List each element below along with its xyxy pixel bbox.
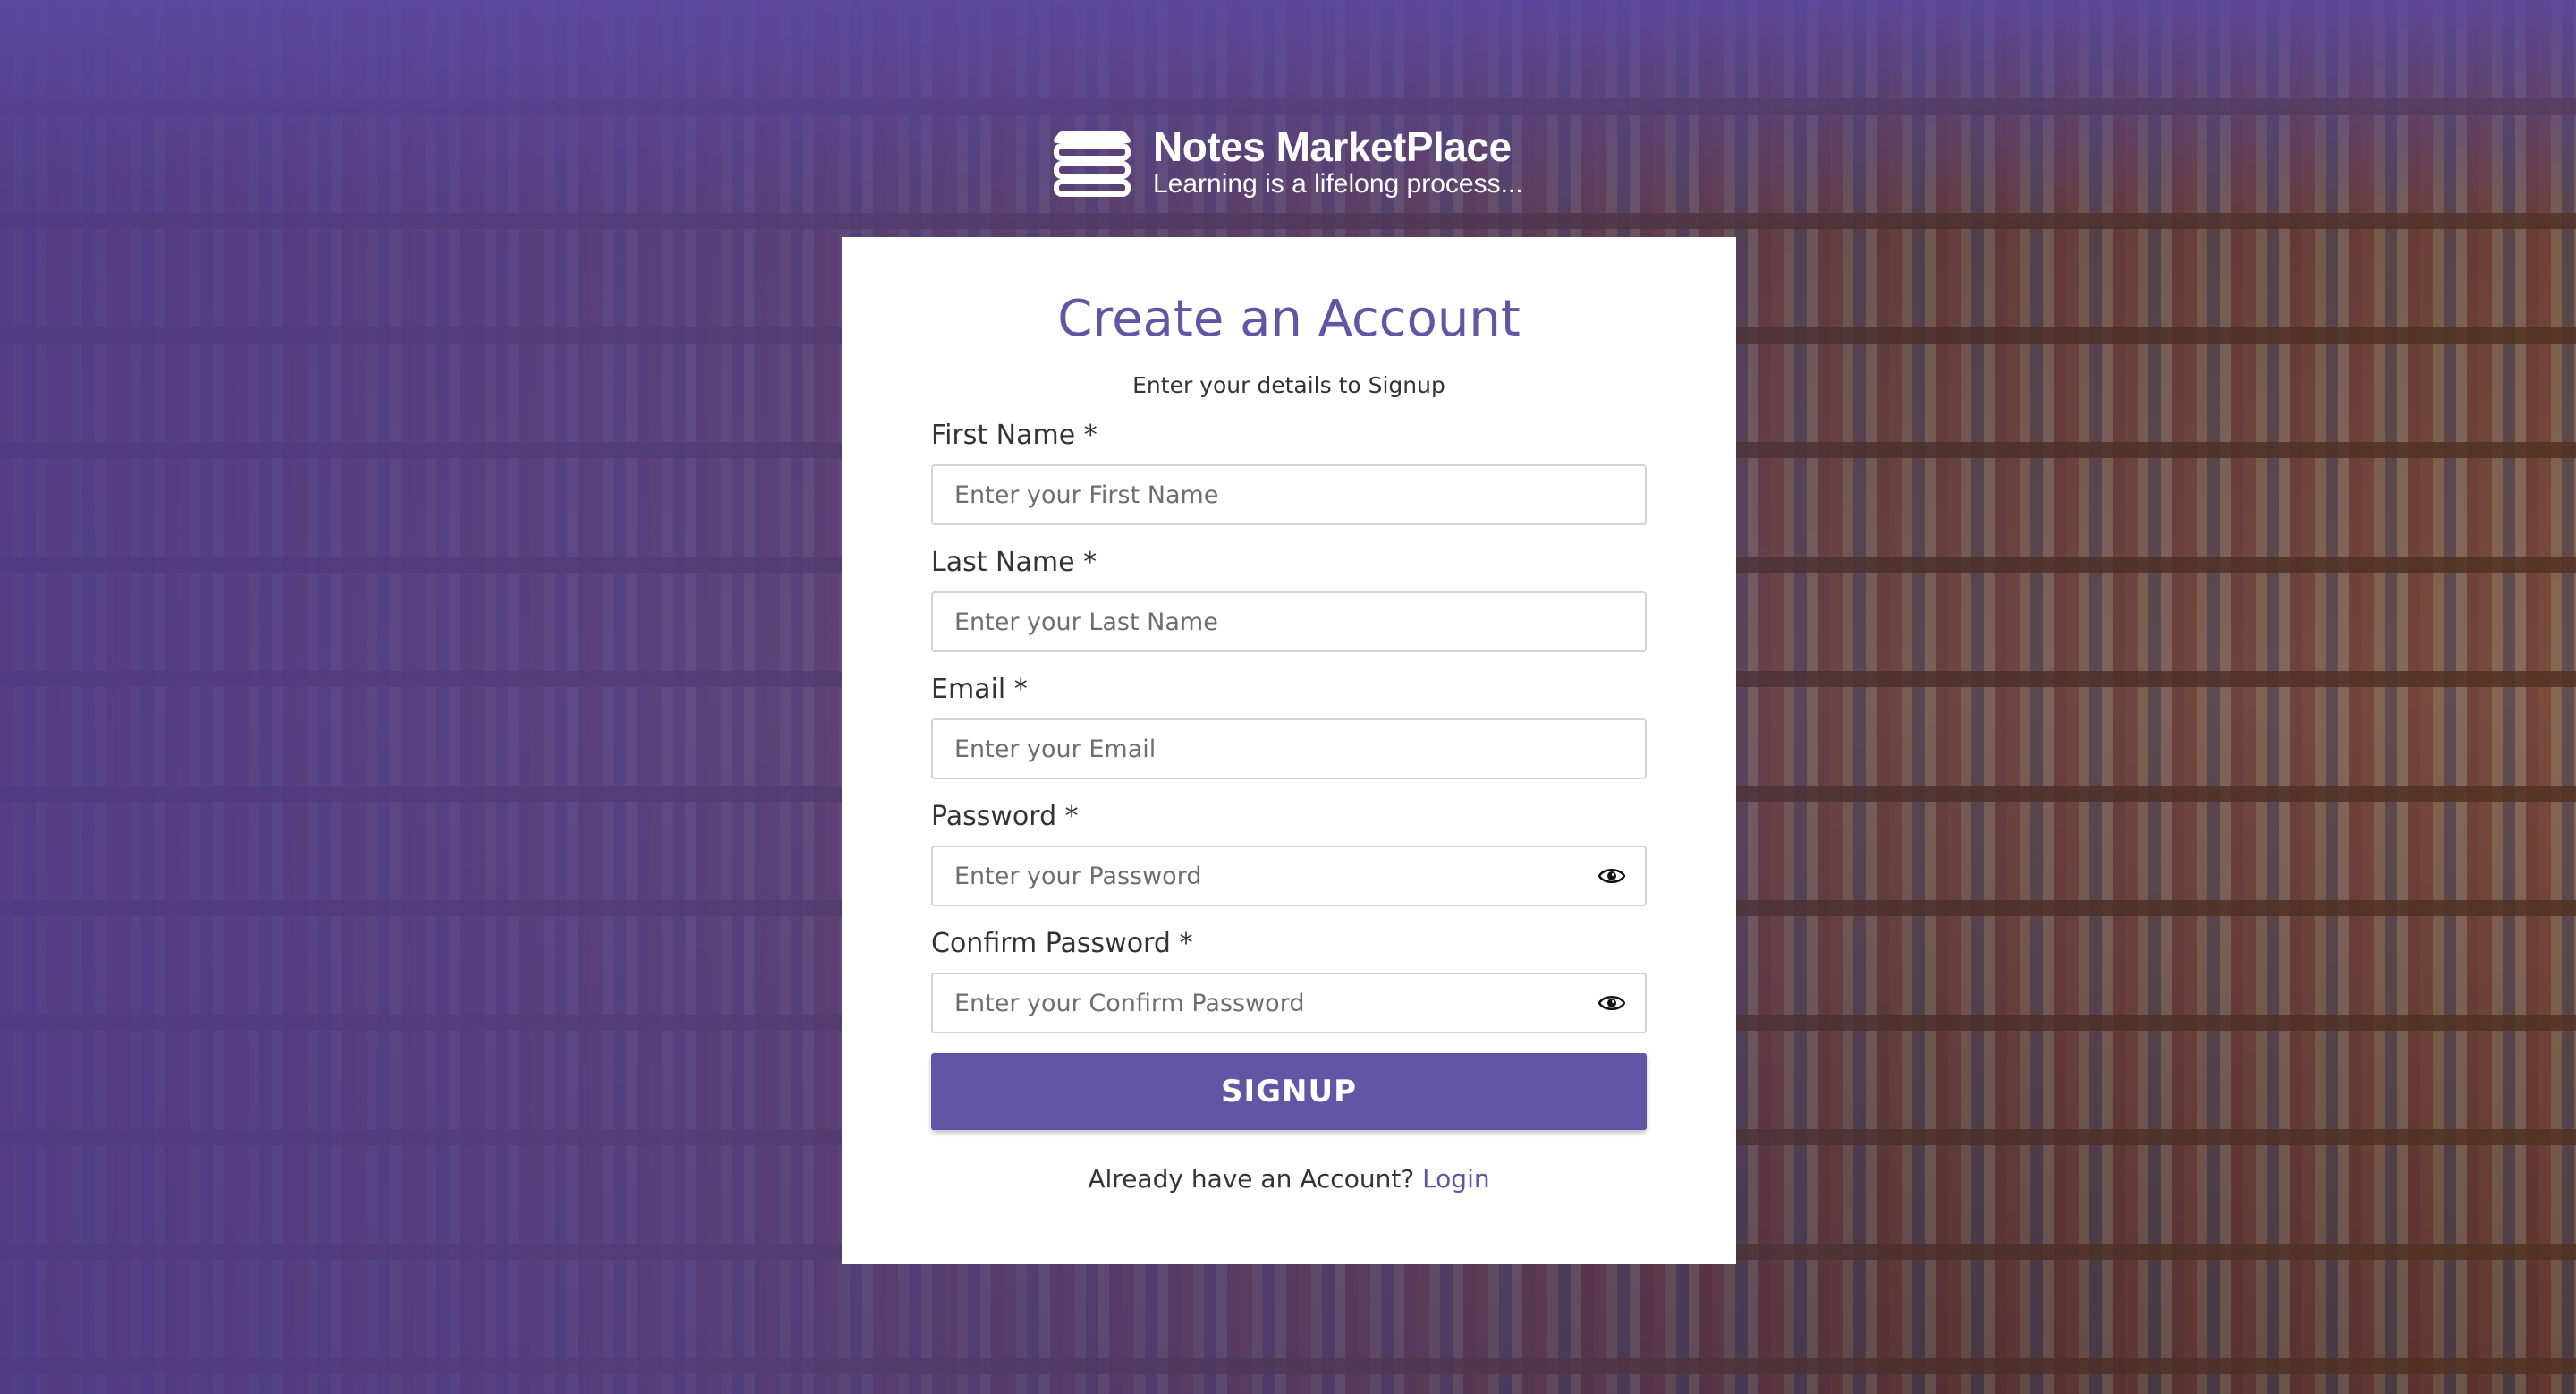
brand-name: Notes MarketPlace — [1153, 123, 1512, 170]
eye-icon[interactable] — [1598, 866, 1625, 886]
last-name-label: Last Name * — [931, 547, 1097, 579]
eye-icon[interactable] — [1598, 993, 1625, 1013]
confirm-password-label: Confirm Password * — [931, 928, 1193, 960]
email-input[interactable] — [933, 720, 1645, 778]
confirm-password-input[interactable] — [933, 974, 1645, 1033]
login-prompt-line: Already have an Account? Login — [931, 1164, 1647, 1194]
first-name-input-wrapper — [931, 464, 1647, 526]
last-name-input[interactable] — [933, 593, 1645, 651]
confirm-password-input-wrapper — [931, 973, 1647, 1034]
login-prompt-text: Already have an Account? — [1088, 1164, 1415, 1194]
password-input[interactable] — [933, 847, 1645, 905]
password-label: Password * — [931, 801, 1079, 833]
confirm-password-field: Confirm Password * — [931, 928, 1647, 1034]
brand-text: Notes MarketPlace Learning is a lifelong… — [1153, 125, 1523, 200]
books-stack-icon — [1054, 131, 1131, 198]
email-label: Email * — [931, 674, 1028, 706]
email-input-wrapper — [931, 718, 1647, 780]
brand-tagline: Learning is a lifelong process... — [1153, 169, 1523, 200]
email-field: Email * — [931, 674, 1647, 780]
password-field: Password * — [931, 801, 1647, 907]
last-name-field: Last Name * — [931, 547, 1647, 653]
first-name-field: First Name * — [931, 420, 1647, 526]
signup-button[interactable]: SIGNUP — [931, 1053, 1647, 1131]
login-link[interactable]: Login — [1422, 1164, 1490, 1194]
signup-card: Create an Account Enter your details to … — [842, 237, 1736, 1264]
password-input-wrapper — [931, 846, 1647, 907]
first-name-label: First Name * — [931, 420, 1097, 452]
page-subtitle: Enter your details to Signup — [1132, 372, 1445, 399]
last-name-input-wrapper — [931, 591, 1647, 653]
first-name-input[interactable] — [933, 466, 1645, 524]
page-title: Create an Account — [1057, 290, 1521, 348]
brand-logo[interactable]: Notes MarketPlace Learning is a lifelong… — [1051, 125, 1523, 200]
signup-page: Notes MarketPlace Learning is a lifelong… — [0, 0, 2576, 1394]
